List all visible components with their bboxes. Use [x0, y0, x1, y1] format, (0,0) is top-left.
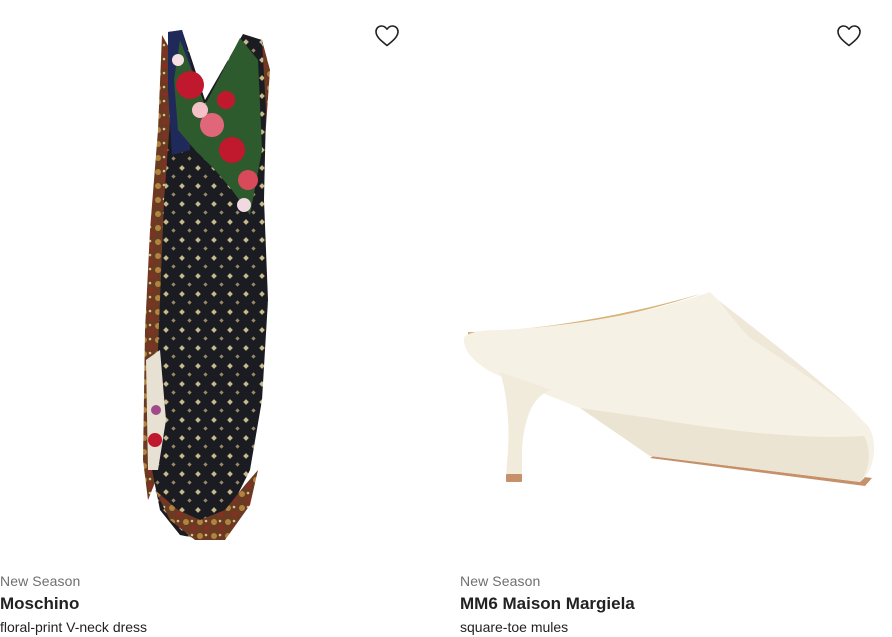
- wishlist-button[interactable]: [373, 22, 401, 50]
- product-info: New Season Moschino floral-print V-neck …: [0, 572, 420, 637]
- product-card-moschino[interactable]: New Season Moschino floral-print V-neck …: [0, 0, 420, 636]
- product-image-mules[interactable]: [460, 0, 892, 565]
- product-image-dress[interactable]: [0, 0, 420, 565]
- mule-shoe-image: [463, 292, 875, 486]
- season-label: New Season: [0, 573, 81, 589]
- heart-outline-icon: [837, 25, 861, 47]
- brand-name[interactable]: MM6 Maison Margiela: [460, 592, 892, 616]
- product-card-mm6[interactable]: New Season MM6 Maison Margiela square-to…: [460, 0, 892, 636]
- product-description[interactable]: floral-print V-neck dress: [0, 617, 420, 637]
- season-label: New Season: [460, 573, 541, 589]
- product-info: New Season MM6 Maison Margiela square-to…: [460, 572, 892, 637]
- brand-name[interactable]: Moschino: [0, 592, 420, 616]
- product-grid: New Season Moschino floral-print V-neck …: [0, 0, 892, 636]
- product-description[interactable]: square-toe mules: [460, 617, 892, 637]
- dress-image: [143, 30, 270, 540]
- heart-outline-icon: [375, 25, 399, 47]
- wishlist-button[interactable]: [835, 22, 863, 50]
